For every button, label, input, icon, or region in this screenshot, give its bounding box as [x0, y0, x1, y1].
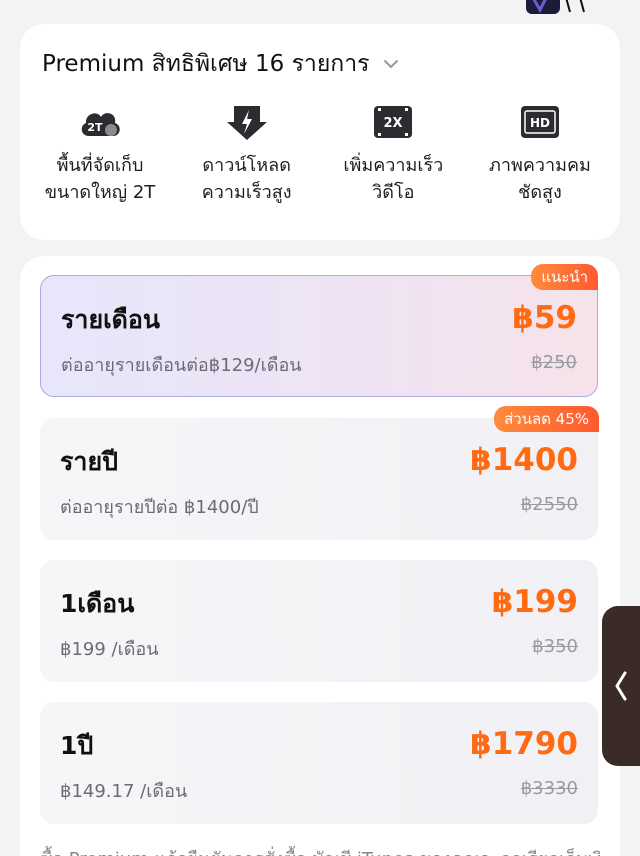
hd-icon: HD [520, 106, 559, 138]
plan-option-monthly[interactable]: แนะนำ รายเดือน ต่ออายุรายเดือนต่อ฿129/เด… [40, 264, 598, 397]
benefits-dropdown[interactable]: Premium สิทธิพิเศษ 16 รายการ [42, 46, 400, 82]
plan-description: ต่ออายุรายเดือนต่อ฿129/เดือน [61, 355, 302, 376]
discount-badge: ส่วนลด 45% [494, 406, 599, 432]
plan-name: 1เดือน [60, 589, 135, 618]
plan-old-price: ฿2550 [520, 494, 578, 515]
svg-text:HD: HD [530, 116, 550, 130]
cloud-storage-icon: 2T [81, 113, 120, 136]
svg-text:2T: 2T [87, 121, 103, 134]
benefit-label: ภาพความคม ชัดสูง [489, 155, 591, 203]
plan-name: รายปี [60, 447, 118, 476]
plan-name: 1ปี [60, 731, 94, 760]
fast-download-icon [226, 106, 267, 140]
benefits-grid: 2T พื้นที่จัดเก็บ ขนาดใหญ่ 2T ดาวน์โหลด … [30, 102, 610, 206]
chevron-left-icon [615, 671, 627, 701]
side-drawer-handle[interactable] [602, 606, 640, 766]
benefit-storage: 2T พื้นที่จัดเก็บ ขนาดใหญ่ 2T [30, 102, 170, 206]
plan-option-1-month[interactable]: 1เดือน ฿199 /เดือน ฿199 ฿350 [40, 560, 598, 682]
plan-option-1-year[interactable]: 1ปี ฿149.17 /เดือน ฿1790 ฿3330 [40, 702, 598, 824]
benefit-hd: HD ภาพความคม ชัดสูง [470, 102, 610, 206]
benefit-download: ดาวน์โหลด ความเร็วสูง [177, 102, 317, 206]
banner-illustration [526, 0, 585, 14]
premium-benefits-card: Premium สิทธิพิเศษ 16 รายการ 2T พื้นที่จ… [20, 24, 620, 240]
benefit-label: เพิ่มความเร็ว วิดีโอ [343, 155, 444, 203]
benefits-title: Premium สิทธิพิเศษ 16 รายการ [42, 51, 370, 77]
plan-price: ฿199 [491, 584, 578, 620]
plan-description: ต่ออายุรายปีต่อ ฿1400/ปี [60, 497, 259, 518]
chevron-down-icon [383, 60, 398, 69]
plan-description: ฿199 /เดือน [60, 639, 159, 660]
purchase-note: ซื้อ Premium แล้วยืนยันการสั่งซื้อ บัญชี… [40, 844, 600, 856]
plan-old-price: ฿250 [531, 352, 577, 373]
plan-price: ฿59 [512, 300, 577, 336]
plan-option-yearly[interactable]: ส่วนลด 45% รายปี ต่ออายุรายปีต่อ ฿1400/ป… [40, 406, 599, 540]
plan-price: ฿1790 [470, 726, 578, 762]
speed-2x-icon: 2X [374, 106, 413, 138]
plan-old-price: ฿3330 [520, 778, 578, 799]
benefit-label: พื้นที่จัดเก็บ ขนาดใหญ่ 2T [44, 155, 156, 203]
plan-description: ฿149.17 /เดือน [60, 781, 188, 802]
plan-name: รายเดือน [61, 305, 160, 334]
plan-old-price: ฿350 [532, 636, 578, 657]
recommended-badge: แนะนำ [531, 264, 598, 290]
benefit-speed: 2X เพิ่มความเร็ว วิดีโอ [323, 102, 463, 206]
plans-card: แนะนำ รายเดือน ต่ออายุรายเดือนต่อ฿129/เด… [20, 256, 620, 856]
plan-price: ฿1400 [470, 442, 578, 478]
svg-text:2X: 2X [384, 116, 403, 131]
benefit-label: ดาวน์โหลด ความเร็วสูง [201, 155, 292, 203]
